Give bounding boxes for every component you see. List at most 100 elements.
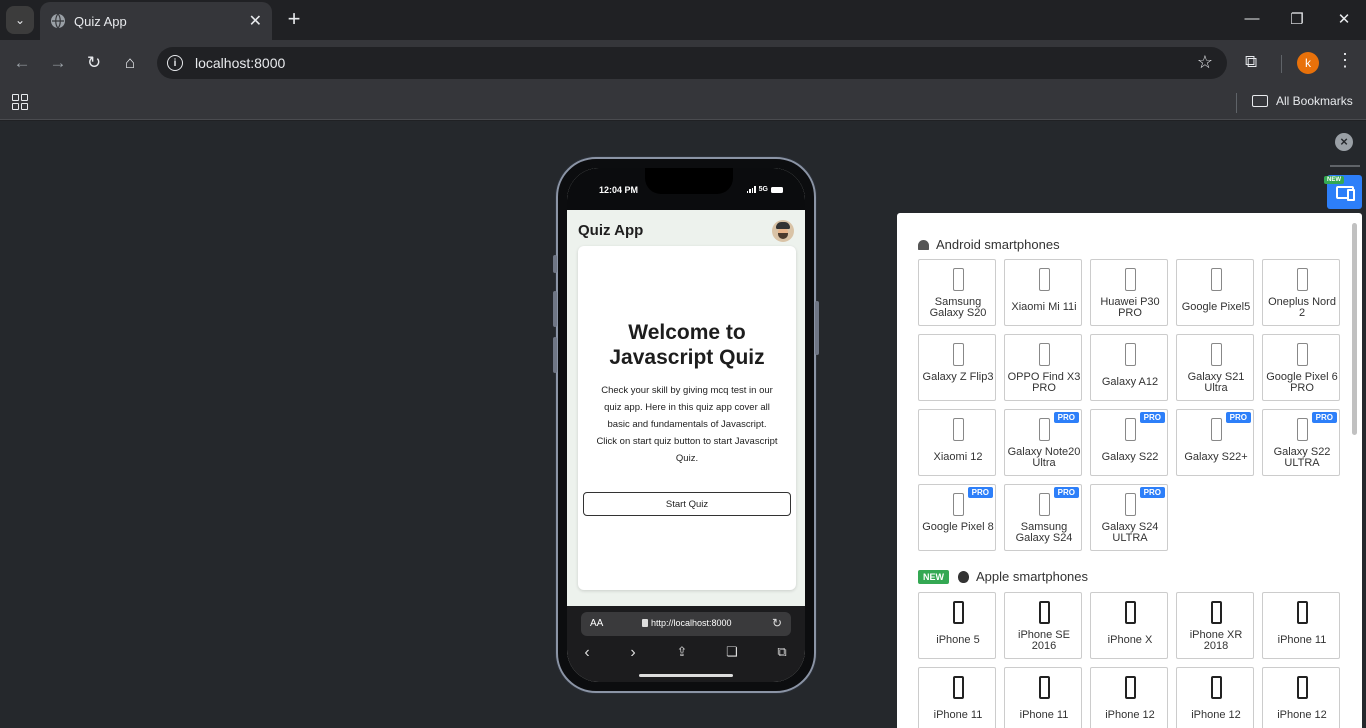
device-tile[interactable]: Galaxy S21 Ultra bbox=[1176, 334, 1254, 401]
phone-outline-icon bbox=[953, 418, 964, 441]
forward-arrow-icon[interactable]: → bbox=[47, 53, 69, 75]
panel-scrollbar[interactable] bbox=[1352, 223, 1357, 435]
phone-mute-button bbox=[553, 255, 557, 273]
phone-volume-down bbox=[553, 337, 557, 373]
tab-strip: ⌄ Quiz App ✕ + — ❐ ✕ bbox=[0, 0, 1366, 40]
device-tile[interactable]: Huawei P30 PRO bbox=[1090, 259, 1168, 326]
welcome-description: Check your skill by giving mcq test in o… bbox=[596, 385, 778, 464]
tab-search-button[interactable]: ⌄ bbox=[6, 6, 34, 34]
device-tile[interactable]: Galaxy S24 ULTRA PRO bbox=[1090, 484, 1168, 551]
tabs-icon[interactable]: ⧉ bbox=[773, 644, 791, 660]
home-icon[interactable]: ⌂ bbox=[119, 53, 141, 75]
device-tile[interactable]: Xiaomi Mi 11i bbox=[1004, 259, 1082, 326]
device-tile[interactable]: Oneplus Nord 2 bbox=[1262, 259, 1340, 326]
device-tile[interactable]: iPhone 11 bbox=[1262, 592, 1340, 659]
device-tile-label: Galaxy S22 ULTRA bbox=[1273, 446, 1331, 469]
phone-outline-icon bbox=[1297, 601, 1308, 624]
window-close-button[interactable]: ✕ bbox=[1334, 10, 1354, 28]
share-icon[interactable]: ⇪ bbox=[673, 644, 691, 660]
toolbar-divider bbox=[1281, 55, 1282, 73]
site-info-icon[interactable]: i bbox=[167, 55, 183, 71]
device-tile-label: iPhone 11 bbox=[933, 709, 983, 721]
tab-close-icon[interactable]: ✕ bbox=[249, 11, 262, 31]
android-heading-text: Android smartphones bbox=[936, 237, 1060, 252]
device-tile[interactable]: Galaxy Note20 Ultra PRO bbox=[1004, 409, 1082, 476]
device-tile[interactable]: iPhone 12 bbox=[1262, 667, 1340, 728]
panel-close-icon[interactable]: × bbox=[1335, 133, 1353, 151]
phone-outline-icon bbox=[1211, 268, 1222, 291]
device-tile[interactable]: iPhone 12 bbox=[1176, 667, 1254, 728]
device-tile-label: Galaxy S24 ULTRA bbox=[1101, 521, 1159, 544]
safari-bottom-bar: AA http://localhost:8000 ↻ ‹ › ⇪ ❏ ⧉ bbox=[567, 606, 805, 682]
address-url: localhost:8000 bbox=[195, 55, 286, 71]
device-tile-label: Galaxy S21 Ultra bbox=[1187, 371, 1245, 394]
tab-quiz-app[interactable]: Quiz App ✕ bbox=[40, 2, 272, 40]
phone-outline-icon bbox=[1039, 418, 1050, 441]
phone-outline-icon bbox=[953, 493, 964, 516]
device-tile-label: Galaxy Note20 Ultra bbox=[1007, 446, 1081, 469]
device-tile[interactable]: Samsung Galaxy S24 PRO bbox=[1004, 484, 1082, 551]
start-quiz-button[interactable]: Start Quiz bbox=[583, 492, 791, 516]
new-tab-button[interactable]: + bbox=[282, 8, 306, 32]
apps-grid-icon[interactable] bbox=[12, 94, 28, 110]
extensions-puzzle-icon[interactable]: ⧉ bbox=[1245, 52, 1257, 72]
device-tile[interactable]: Galaxy A12 bbox=[1090, 334, 1168, 401]
app-title: Quiz App bbox=[578, 222, 644, 239]
apple-section-heading: NEW Apple smartphones bbox=[918, 569, 1088, 584]
device-tile[interactable]: Galaxy S22 ULTRA PRO bbox=[1262, 409, 1340, 476]
back-arrow-icon[interactable]: ← bbox=[11, 53, 33, 75]
device-tile[interactable]: Google Pixel 6 PRO bbox=[1262, 334, 1340, 401]
safari-reload-icon[interactable]: ↻ bbox=[772, 616, 782, 630]
device-tile[interactable]: iPhone 5 bbox=[918, 592, 996, 659]
devices-toggle-button[interactable]: NEW bbox=[1324, 175, 1362, 209]
device-tile[interactable]: iPhone 11 bbox=[918, 667, 996, 728]
restore-button[interactable]: ❐ bbox=[1287, 10, 1307, 28]
device-tile[interactable]: Galaxy S22+ PRO bbox=[1176, 409, 1254, 476]
device-tile[interactable]: Google Pixel 8 PRO bbox=[918, 484, 996, 551]
device-tile[interactable]: iPhone X bbox=[1090, 592, 1168, 659]
phone-outline-icon bbox=[953, 268, 964, 291]
welcome-heading: Welcome to Javascript Quiz bbox=[609, 321, 765, 369]
user-avatar[interactable] bbox=[772, 220, 794, 242]
device-tile-label: OPPO Find X3 PRO bbox=[1007, 371, 1081, 394]
device-tile-label: Samsung Galaxy S24 bbox=[1015, 521, 1073, 544]
address-bar[interactable]: i localhost:8000 ☆ bbox=[157, 47, 1227, 79]
device-tile[interactable]: Samsung Galaxy S20 bbox=[918, 259, 996, 326]
device-tile[interactable]: Google Pixel5 bbox=[1176, 259, 1254, 326]
dynamic-island bbox=[645, 168, 733, 194]
phone-outline-icon bbox=[1211, 343, 1222, 366]
device-tile-label: iPhone 12 bbox=[1277, 709, 1327, 721]
phone-outline-icon bbox=[1297, 268, 1308, 291]
folder-icon bbox=[1252, 95, 1268, 107]
all-bookmarks-button[interactable]: All Bookmarks bbox=[1252, 94, 1353, 108]
phone-outline-icon bbox=[1297, 343, 1308, 366]
reader-aa-button[interactable]: AA bbox=[590, 618, 603, 629]
safari-back-icon[interactable]: ‹ bbox=[578, 644, 596, 662]
device-tile[interactable]: OPPO Find X3 PRO bbox=[1004, 334, 1082, 401]
profile-avatar[interactable]: k bbox=[1297, 52, 1319, 74]
menu-kebab-icon[interactable]: ⋮ bbox=[1336, 50, 1354, 71]
safari-forward-icon[interactable]: › bbox=[624, 644, 642, 662]
safari-address-bar[interactable]: AA http://localhost:8000 ↻ bbox=[581, 612, 791, 636]
device-tile[interactable]: Galaxy S22 PRO bbox=[1090, 409, 1168, 476]
pro-badge: PRO bbox=[1139, 412, 1165, 423]
device-tile[interactable]: iPhone 11 bbox=[1004, 667, 1082, 728]
device-tile-label: Galaxy S22 bbox=[1101, 451, 1159, 463]
apple-heading-text: Apple smartphones bbox=[976, 569, 1089, 584]
device-tile[interactable]: iPhone 12 bbox=[1090, 667, 1168, 728]
phone-outline-icon bbox=[1211, 601, 1222, 624]
phone-outline-icon bbox=[1125, 268, 1136, 291]
bookmarks-book-icon[interactable]: ❏ bbox=[723, 644, 741, 660]
reload-icon[interactable]: ↻ bbox=[83, 53, 105, 75]
pro-badge: PRO bbox=[967, 487, 993, 498]
device-tile-label: iPhone 5 bbox=[936, 634, 980, 646]
new-tag: NEW bbox=[1324, 176, 1344, 184]
device-tile[interactable]: iPhone XR 2018 bbox=[1176, 592, 1254, 659]
device-tile[interactable]: Xiaomi 12 bbox=[918, 409, 996, 476]
device-tile-label: iPhone 12 bbox=[1105, 709, 1155, 721]
bookmark-star-icon[interactable]: ☆ bbox=[1197, 52, 1213, 73]
minimize-button[interactable]: — bbox=[1242, 10, 1262, 27]
browser-toolbar: ← → ↻ ⌂ i localhost:8000 ☆ ⧉ k ⋮ bbox=[0, 40, 1366, 86]
device-tile[interactable]: Galaxy Z Flip3 bbox=[918, 334, 996, 401]
device-tile[interactable]: iPhone SE 2016 bbox=[1004, 592, 1082, 659]
